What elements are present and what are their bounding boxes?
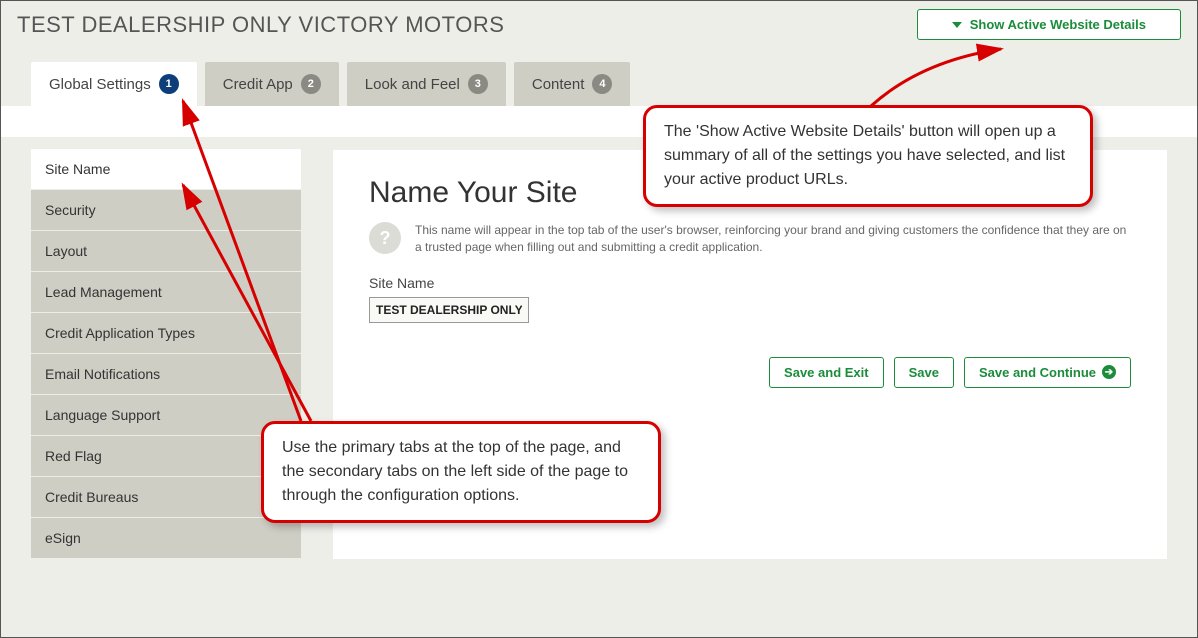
sidebar-item-label: Email Notifications xyxy=(45,366,160,382)
chevron-down-icon xyxy=(952,22,962,28)
sidebar-item-label: Red Flag xyxy=(45,448,102,464)
sidebar-item-label: eSign xyxy=(45,530,81,546)
sidebar-item-label: Security xyxy=(45,202,96,218)
callout-text: The 'Show Active Website Details' button… xyxy=(664,123,1065,188)
header-row: TEST DEALERSHIP ONLY VICTORY MOTORS Show… xyxy=(1,1,1197,44)
save-and-continue-button[interactable]: Save and Continue ➔ xyxy=(964,357,1131,388)
help-icon[interactable]: ? xyxy=(369,222,401,254)
help-row: ? This name will appear in the top tab o… xyxy=(369,222,1131,257)
sidebar-item-esign[interactable]: eSign xyxy=(31,518,301,559)
tab-badge: 4 xyxy=(592,74,612,94)
site-name-input[interactable] xyxy=(369,297,529,323)
tab-label: Credit App xyxy=(223,76,293,93)
tab-label: Look and Feel xyxy=(365,76,460,93)
sidebar-item-site-name[interactable]: Site Name xyxy=(31,149,301,190)
sidebar-item-email-notifications[interactable]: Email Notifications xyxy=(31,354,301,395)
sidebar-item-credit-application-types[interactable]: Credit Application Types xyxy=(31,313,301,354)
tab-badge: 1 xyxy=(159,74,179,94)
tab-label: Content xyxy=(532,76,585,93)
sidebar-item-layout[interactable]: Layout xyxy=(31,231,301,272)
save-button[interactable]: Save xyxy=(894,357,954,388)
button-row: Save and Exit Save Save and Continue ➔ xyxy=(369,357,1131,388)
tab-badge: 3 xyxy=(468,74,488,94)
button-label: Save and Exit xyxy=(784,365,869,380)
annotation-callout-show-details: The 'Show Active Website Details' button… xyxy=(643,105,1093,207)
sidebar-item-label: Layout xyxy=(45,243,87,259)
help-text: This name will appear in the top tab of … xyxy=(415,222,1131,257)
tab-global-settings[interactable]: Global Settings 1 xyxy=(31,62,197,106)
sidebar-item-language-support[interactable]: Language Support xyxy=(31,395,301,436)
sidebar-item-label: Language Support xyxy=(45,407,160,423)
tab-credit-app[interactable]: Credit App 2 xyxy=(205,62,339,106)
show-details-label: Show Active Website Details xyxy=(970,17,1146,32)
show-active-website-details-button[interactable]: Show Active Website Details xyxy=(917,9,1181,40)
callout-text: Use the primary tabs at the top of the p… xyxy=(282,439,628,504)
tab-look-and-feel[interactable]: Look and Feel 3 xyxy=(347,62,506,106)
app-frame: TEST DEALERSHIP ONLY VICTORY MOTORS Show… xyxy=(0,0,1198,638)
primary-tabs: Global Settings 1 Credit App 2 Look and … xyxy=(1,44,1197,106)
arrow-right-icon: ➔ xyxy=(1102,365,1116,379)
site-name-label: Site Name xyxy=(369,275,1131,291)
sidebar-item-label: Lead Management xyxy=(45,284,162,300)
sidebar-item-lead-management[interactable]: Lead Management xyxy=(31,272,301,313)
tab-badge: 2 xyxy=(301,74,321,94)
sidebar-item-label: Credit Application Types xyxy=(45,325,195,341)
tab-content[interactable]: Content 4 xyxy=(514,62,631,106)
sidebar-item-label: Site Name xyxy=(45,161,110,177)
sidebar-item-label: Credit Bureaus xyxy=(45,489,138,505)
annotation-callout-tabs: Use the primary tabs at the top of the p… xyxy=(261,421,661,523)
button-label: Save xyxy=(909,365,939,380)
button-label: Save and Continue xyxy=(979,365,1096,380)
sidebar-item-security[interactable]: Security xyxy=(31,190,301,231)
tab-label: Global Settings xyxy=(49,76,151,93)
page-title: TEST DEALERSHIP ONLY VICTORY MOTORS xyxy=(17,12,504,38)
save-and-exit-button[interactable]: Save and Exit xyxy=(769,357,884,388)
